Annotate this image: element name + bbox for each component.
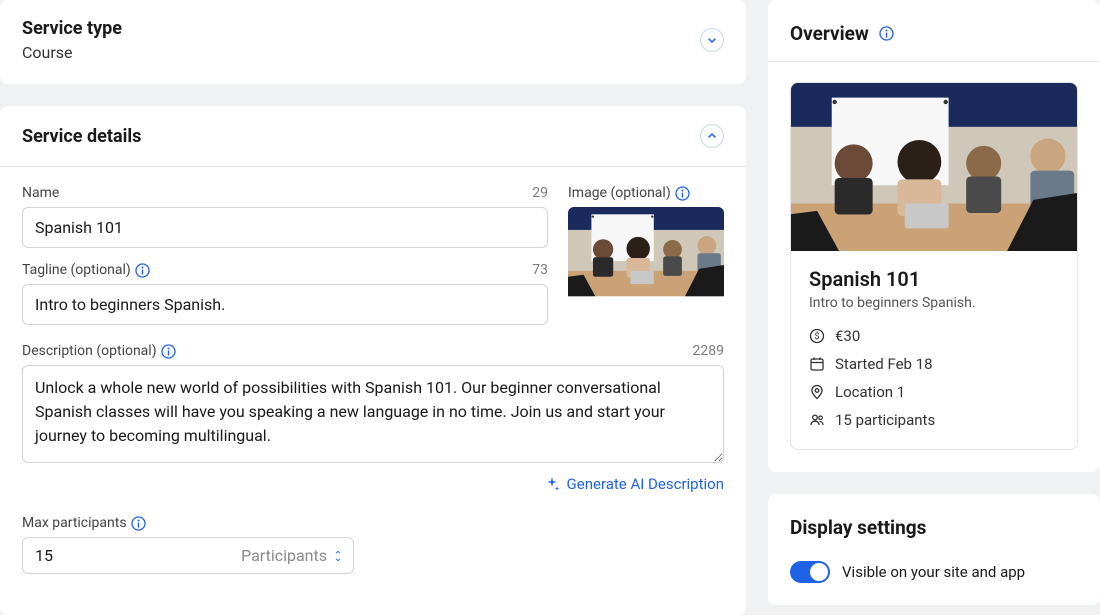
preview-card: Spanish 101 Intro to beginners Spanish. … (790, 82, 1078, 450)
image-upload[interactable] (568, 207, 724, 323)
preview-start-date: Started Feb 18 (809, 355, 1059, 373)
preview-name: Spanish 101 (809, 267, 1059, 291)
service-type-section: Service type Course (0, 0, 746, 84)
info-icon[interactable] (131, 516, 146, 531)
service-details-title: Service details (22, 126, 141, 147)
name-label: Name (22, 185, 59, 201)
expand-service-type-button[interactable] (700, 28, 724, 52)
location-icon (809, 384, 825, 400)
collapse-service-details-button[interactable] (700, 124, 724, 148)
calendar-icon (809, 356, 825, 372)
name-char-count: 29 (532, 185, 548, 201)
info-icon[interactable] (161, 344, 176, 359)
chevron-down-icon (706, 34, 718, 46)
info-icon[interactable] (879, 26, 894, 41)
stepper-icon[interactable] (333, 549, 343, 563)
service-type-title: Service type (22, 18, 122, 39)
description-label: Description (optional) (22, 343, 176, 359)
info-icon[interactable] (135, 263, 150, 278)
max-participants-input[interactable]: 15 Participants (22, 537, 354, 574)
description-char-count: 2289 (693, 343, 724, 359)
visibility-label: Visible on your site and app (842, 563, 1025, 581)
preview-price: $ €30 (809, 327, 1059, 345)
name-input[interactable] (22, 207, 548, 248)
tagline-char-count: 73 (532, 262, 548, 278)
display-settings-title: Display settings (790, 516, 1078, 539)
currency-icon: $ (809, 328, 825, 344)
max-participants-unit: Participants (241, 546, 327, 565)
info-icon[interactable] (675, 186, 690, 201)
preview-participants: 15 participants (809, 411, 1059, 429)
people-icon (809, 412, 825, 428)
overview-title: Overview (790, 22, 869, 45)
image-label: Image (optional) (568, 185, 690, 201)
display-settings-section: Display settings Visible on your site an… (768, 494, 1100, 605)
max-participants-label: Max participants (22, 515, 146, 531)
overview-section: Overview Spanish 101 Intro to beginners … (768, 0, 1100, 472)
max-participants-value: 15 (35, 546, 53, 565)
preview-location: Location 1 (809, 383, 1059, 401)
sparkle-icon (545, 476, 561, 492)
tagline-label: Tagline (optional) (22, 262, 150, 278)
tagline-input[interactable] (22, 284, 548, 325)
preview-image (791, 83, 1077, 251)
chevron-up-icon (706, 130, 718, 142)
description-input[interactable] (22, 365, 724, 463)
svg-text:$: $ (814, 331, 819, 342)
service-details-section: Service details Name 29 (0, 106, 746, 615)
generate-ai-description-button[interactable]: Generate AI Description (545, 475, 724, 493)
preview-tagline: Intro to beginners Spanish. (809, 295, 1059, 311)
visibility-toggle[interactable] (790, 561, 830, 583)
service-type-value: Course (22, 43, 122, 62)
